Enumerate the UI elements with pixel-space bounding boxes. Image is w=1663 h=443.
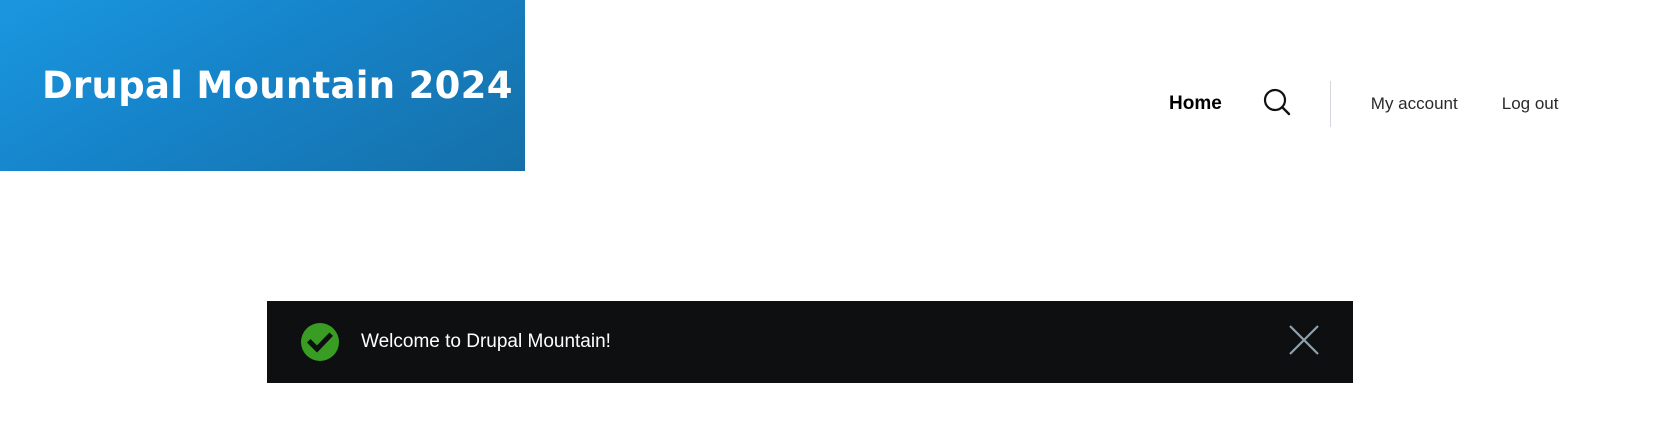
nav-home-link[interactable]: Home [1169, 93, 1222, 115]
close-icon [1288, 324, 1320, 360]
search-button[interactable] [1262, 88, 1292, 120]
nav-divider [1329, 81, 1331, 127]
search-icon [1263, 88, 1291, 120]
site-branding: Drupal Mountain 2024 [0, 0, 525, 171]
my-account-link[interactable]: My account [1371, 94, 1458, 114]
page: Drupal Mountain 2024 Home My account Log… [0, 0, 1663, 443]
main-navigation: Home My account Log out [1150, 80, 1558, 128]
site-name-link[interactable]: Drupal Mountain 2024 [42, 64, 513, 107]
status-message: Welcome to Drupal Mountain! [267, 301, 1353, 383]
log-out-link[interactable]: Log out [1502, 94, 1559, 114]
close-message-button[interactable] [1287, 325, 1321, 359]
status-message-text: Welcome to Drupal Mountain! [361, 331, 611, 352]
checkmark-circle-icon [301, 323, 339, 361]
